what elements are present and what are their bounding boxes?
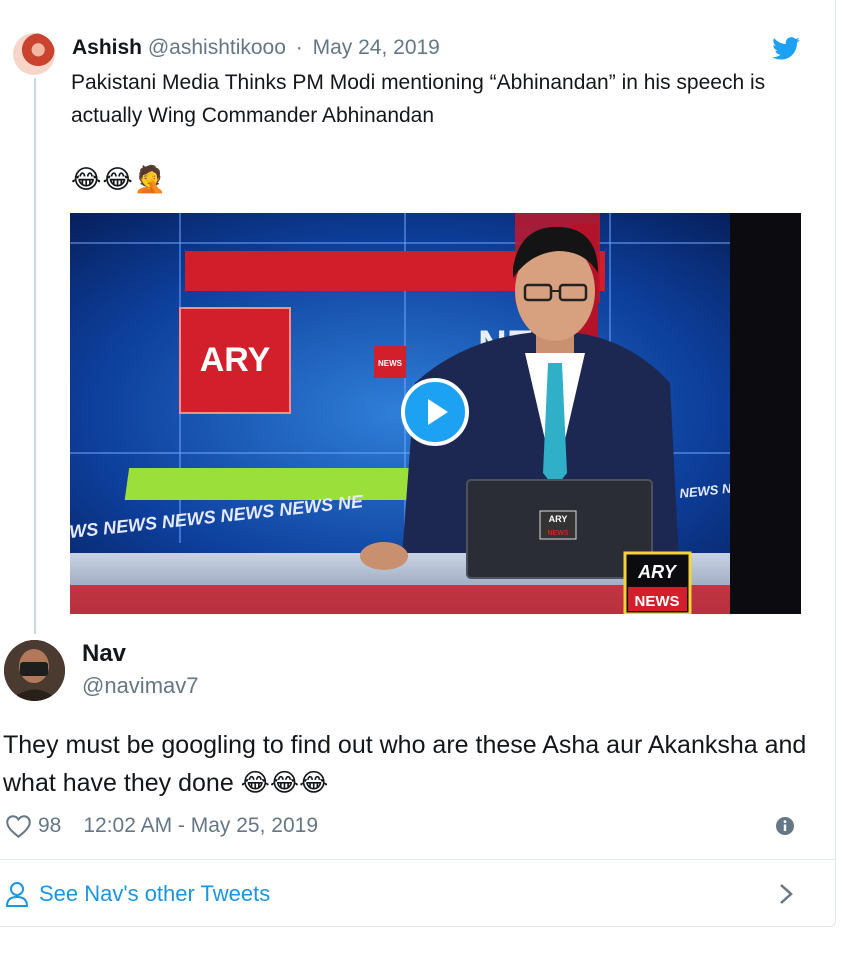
see-other-tweets-label[interactable]: See Nav's other Tweets	[39, 881, 270, 907]
play-icon	[428, 399, 448, 425]
info-icon[interactable]	[775, 816, 795, 836]
tweet-meta-row: 98 12:02 AM - May 25, 2019	[5, 811, 318, 841]
like-count[interactable]: 98	[38, 814, 61, 838]
tweet-timestamp[interactable]: 12:02 AM - May 25, 2019	[83, 814, 318, 838]
laptop-logo-top: ARY	[549, 514, 568, 524]
ashish-avatar[interactable]	[13, 33, 55, 75]
twitter-bird-icon[interactable]	[772, 37, 800, 60]
footer-divider	[0, 859, 835, 860]
quoted-author-handle[interactable]: @ashishtikooo	[148, 36, 286, 59]
reply-tweet-text: They must be googling to find out who ar…	[3, 731, 807, 797]
person-icon	[5, 882, 29, 907]
corner-logo-bottom: NEWS	[635, 593, 680, 610]
reply-author-handle[interactable]: @navimav7	[82, 673, 199, 699]
thread-connector-line	[34, 78, 36, 634]
header-separator: ·	[295, 36, 303, 59]
chevron-right-icon[interactable]	[776, 880, 796, 908]
play-button[interactable]	[401, 378, 469, 446]
quoted-tweet-date[interactable]: May 24, 2019	[313, 36, 440, 59]
channel-logo-text: ARY	[200, 341, 271, 379]
small-logo-text: NEWS	[378, 359, 403, 368]
quoted-author-name[interactable]: Ashish	[72, 36, 142, 59]
quoted-tweet-header: Ashish @ashishtikooo · May 24, 2019	[72, 36, 440, 60]
laptop-logo-bottom: NEWS	[548, 530, 569, 537]
quoted-tweet-text: Pakistani Media Thinks PM Modi mentionin…	[71, 71, 766, 127]
heart-icon[interactable]	[5, 813, 32, 839]
see-other-tweets-link[interactable]: See Nav's other Tweets	[5, 878, 270, 910]
reply-author-name[interactable]: Nav	[82, 640, 126, 668]
quoted-tweet-emojis: 😂😂🤦	[71, 164, 168, 194]
nav-avatar[interactable]	[4, 640, 65, 701]
embedded-tweet-card: Ashish @ashishtikooo · May 24, 2019 Paki…	[0, 0, 836, 927]
corner-logo-top: ARY	[637, 562, 678, 582]
